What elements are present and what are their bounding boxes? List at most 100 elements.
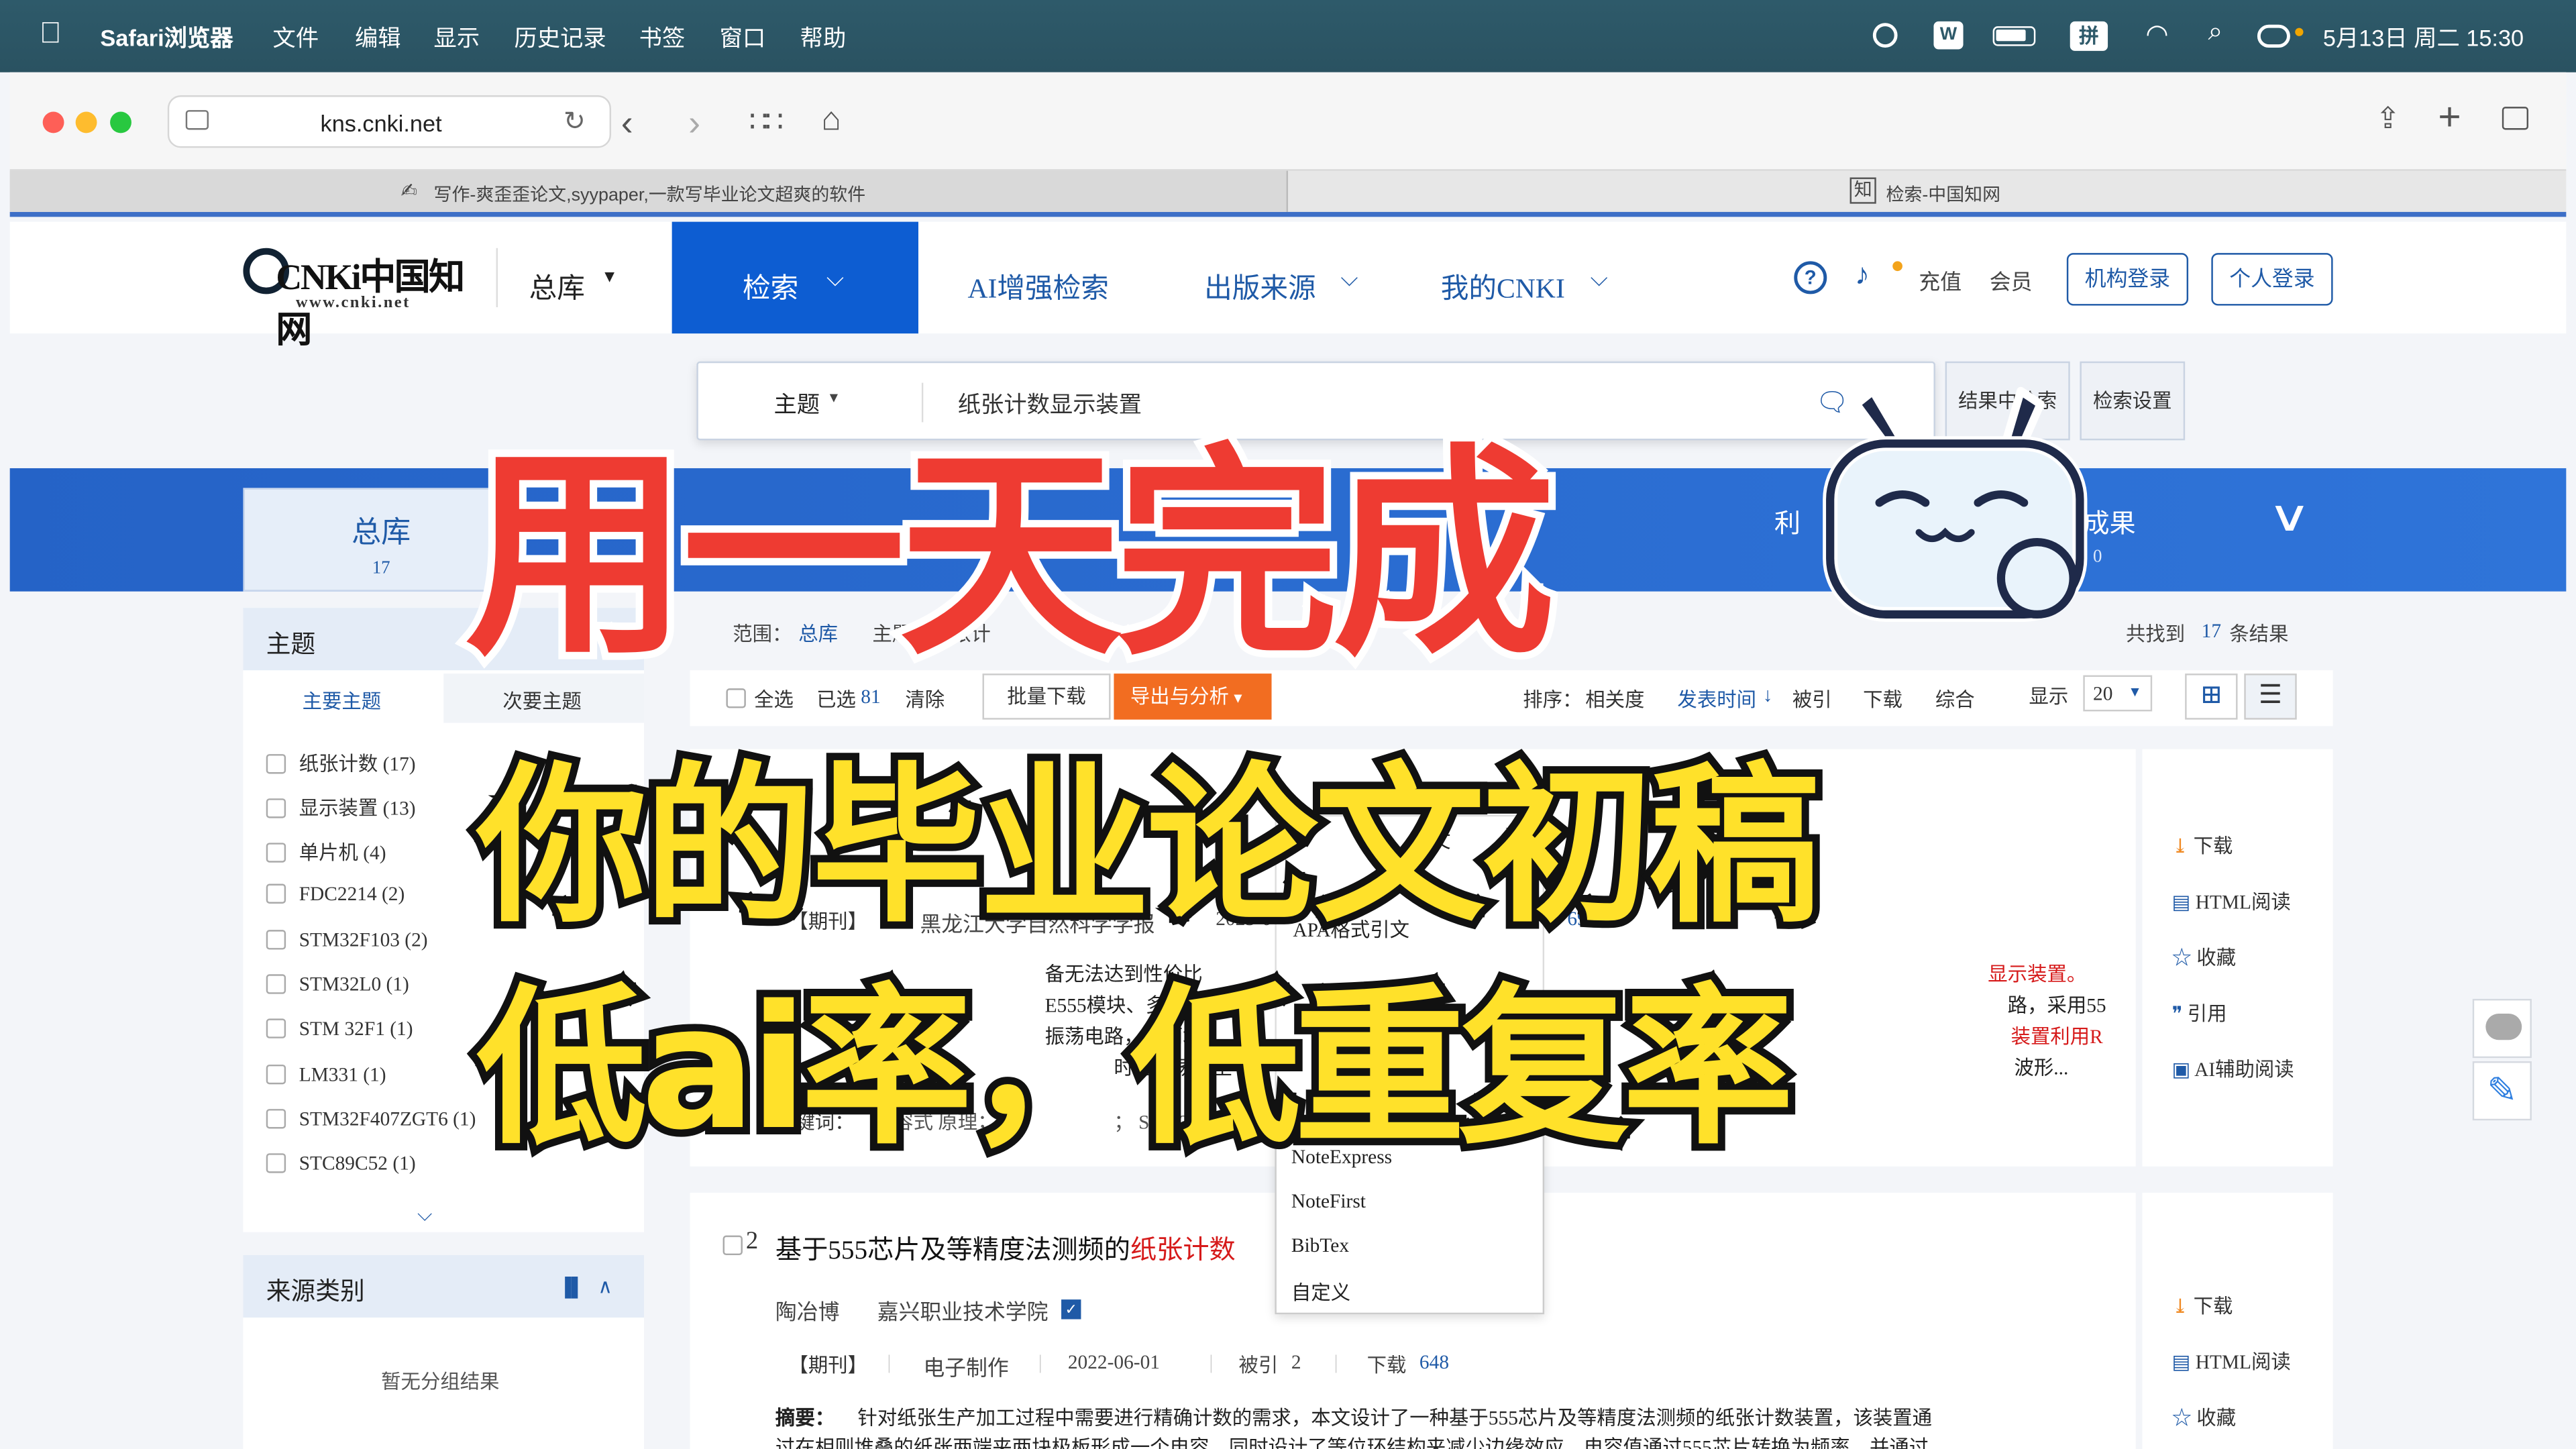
favorite-action[interactable]: ☆ 收藏 xyxy=(2172,943,2237,971)
menu-item-notefirst[interactable]: NoteFirst xyxy=(1291,1189,1366,1214)
tabs-icon[interactable] xyxy=(2502,107,2529,130)
window-close-button[interactable] xyxy=(42,111,64,133)
bell-icon[interactable]: ♪ xyxy=(1855,258,1870,292)
result-org[interactable]: 嘉兴职业技术学院 xyxy=(877,1295,1049,1326)
menu-file[interactable]: 文件 xyxy=(273,21,319,54)
battery-icon[interactable] xyxy=(1992,26,2036,46)
html-read-action[interactable]: ▤ HTML阅读 xyxy=(2172,1347,2291,1375)
forward-icon[interactable]: › xyxy=(688,102,700,145)
pencil-icon[interactable]: ✎ xyxy=(2472,1061,2532,1121)
cite-action[interactable]: ❞ 引用 xyxy=(2172,999,2227,1027)
wps-icon[interactable]: W xyxy=(1933,21,1964,50)
caret-down-icon[interactable]: ▾ xyxy=(604,264,614,287)
search-icon[interactable]: ⌕ xyxy=(2208,18,2222,48)
filter-item[interactable]: STM32L0 (1) xyxy=(266,973,409,998)
chart-icon[interactable]: ▐▌ xyxy=(559,1278,584,1297)
download-action[interactable]: ⤓ 下载 xyxy=(2172,1291,2233,1320)
menu-history[interactable]: 历史记录 xyxy=(515,21,606,54)
page-menu-icon[interactable] xyxy=(185,110,209,130)
cnki-logo[interactable]: CNKi中国知网 www.cnki.net xyxy=(240,245,470,350)
checkbox[interactable] xyxy=(266,1064,286,1085)
page-size-select[interactable]: 20 ▾ xyxy=(2083,675,2153,712)
filter-item[interactable]: STC89C52 (1) xyxy=(266,1152,416,1177)
apple-icon[interactable]:  xyxy=(40,16,62,50)
nav-search[interactable]: 检索 ⌵ xyxy=(672,221,918,334)
checkbox[interactable] xyxy=(266,974,286,994)
share-icon[interactable]: ⇪ xyxy=(2375,102,2400,136)
sort-composite[interactable]: 综合 xyxy=(1935,685,1975,713)
chevron-down-icon[interactable]: ⌵ xyxy=(1591,264,1608,292)
app-menu[interactable]: Safari浏览器 xyxy=(100,21,233,54)
collapse-icon[interactable]: ∧ xyxy=(598,1275,612,1299)
window-zoom-button[interactable] xyxy=(110,111,131,133)
record-icon[interactable] xyxy=(1872,23,1898,48)
menubar-clock[interactable]: 5月13日 周二 15:30 xyxy=(2323,21,2524,54)
checkbox[interactable] xyxy=(266,1109,286,1129)
input-method-icon[interactable]: 拼 xyxy=(2070,21,2108,51)
institution-login-button[interactable]: 机构登录 xyxy=(2066,253,2189,306)
band-tab-partial[interactable]: 利 xyxy=(1774,501,1801,541)
menu-bookmarks[interactable]: 书签 xyxy=(639,21,686,54)
wifi-icon[interactable]: ◠ xyxy=(2145,18,2168,51)
grid-view-icon[interactable]: ⊞ xyxy=(2185,674,2238,720)
tab-overview-icon[interactable]: ∷∷ xyxy=(749,105,784,140)
feedback-icon[interactable] xyxy=(2472,998,2532,1059)
menu-item-bibtex[interactable]: BibTex xyxy=(1291,1234,1349,1258)
tab-cnki[interactable]: 检索-中国知网 xyxy=(1886,180,2000,207)
chevron-down-icon[interactable]: ⌵ xyxy=(1340,264,1358,292)
result-author[interactable]: 陶冶博 xyxy=(775,1295,840,1326)
address-bar[interactable]: kns.cnki.net ↻ xyxy=(167,95,612,148)
expand-more-icon[interactable]: ⌵ xyxy=(417,1203,432,1228)
checkbox[interactable] xyxy=(266,798,286,818)
menu-edit[interactable]: 编辑 xyxy=(355,21,401,54)
filter-item[interactable]: 单片机 (4) xyxy=(266,838,386,866)
menu-item-custom[interactable]: 自定义 xyxy=(1291,1278,1350,1306)
checkbox[interactable] xyxy=(266,1018,286,1038)
filter-item[interactable]: LM331 (1) xyxy=(266,1063,386,1088)
nav-my-cnki[interactable]: 我的CNKI xyxy=(1441,264,1565,305)
favorite-action[interactable]: ☆ 收藏 xyxy=(2172,1403,2237,1431)
separator: | xyxy=(1209,1350,1214,1374)
menu-window[interactable]: 窗口 xyxy=(720,21,766,54)
sort-downloads[interactable]: 下载 xyxy=(1863,685,1902,713)
home-icon[interactable]: ⌂ xyxy=(822,102,842,140)
back-icon[interactable]: ‹ xyxy=(621,102,633,145)
link-member[interactable]: 会员 xyxy=(1990,264,2033,296)
action-label: 引用 xyxy=(2187,1002,2227,1026)
filter-item[interactable]: STM32F407ZGT6 (1) xyxy=(266,1108,476,1132)
help-icon[interactable]: ? xyxy=(1794,261,1827,294)
download-action[interactable]: ⤓ 下载 xyxy=(2172,831,2233,859)
filter-item[interactable]: FDC2214 (2) xyxy=(266,882,405,907)
reload-icon[interactable]: ↻ xyxy=(564,105,586,138)
expand-icon[interactable]: ∨ xyxy=(2267,491,2311,542)
nav-sources[interactable]: 出版来源 xyxy=(1204,264,1316,305)
result-checkbox[interactable] xyxy=(722,1235,743,1256)
checkbox[interactable] xyxy=(266,1153,286,1173)
window-minimize-button[interactable] xyxy=(75,111,97,133)
checkbox[interactable] xyxy=(266,883,286,904)
filter-item[interactable]: 纸张计数 (17) xyxy=(266,749,416,777)
checkbox[interactable] xyxy=(266,843,286,863)
checkbox[interactable] xyxy=(266,930,286,950)
tab-syypaper[interactable]: ✍ 写作-爽歪歪论文,syypaper,一款写毕业论文超爽的软件 xyxy=(9,170,1289,212)
filter-item[interactable]: STM 32F1 (1) xyxy=(266,1017,413,1042)
link-recharge[interactable]: 充值 xyxy=(1919,264,1962,296)
result-journal[interactable]: 电子制作 xyxy=(923,1350,1008,1382)
url-text[interactable]: kns.cnki.net xyxy=(321,110,442,136)
db-select[interactable]: 总库 xyxy=(529,264,585,305)
personal-login-button[interactable]: 个人登录 xyxy=(2211,253,2333,306)
control-center-icon[interactable] xyxy=(2257,24,2290,48)
ai-read-action[interactable]: ▣ AI辅助阅读 xyxy=(2172,1055,2294,1083)
list-view-icon[interactable]: ☰ xyxy=(2244,674,2297,720)
nav-ai-search[interactable]: AI增强检索 xyxy=(967,264,1108,305)
tab-main-topic[interactable]: 主要主题 xyxy=(303,687,382,715)
menu-view[interactable]: 显示 xyxy=(434,21,480,54)
html-read-action[interactable]: ▤ HTML阅读 xyxy=(2172,887,2291,915)
menu-help[interactable]: 帮助 xyxy=(800,21,847,54)
action-label: AI辅助阅读 xyxy=(2194,1058,2294,1081)
filter-item[interactable]: STM32F103 (2) xyxy=(266,928,428,953)
filter-item[interactable]: 显示装置 (13) xyxy=(266,794,416,822)
new-tab-icon[interactable]: + xyxy=(2438,95,2461,142)
checkbox[interactable] xyxy=(266,754,286,774)
result-title[interactable]: 基于555芯片及等精度法测频的纸张计数 xyxy=(775,1227,1236,1267)
